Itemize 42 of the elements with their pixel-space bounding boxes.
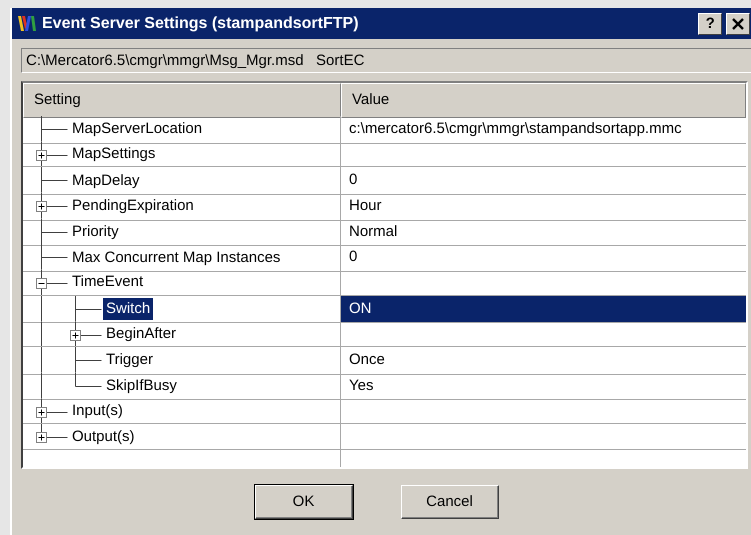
setting-value[interactable]: Hour — [341, 193, 746, 221]
expand-icon[interactable] — [36, 201, 47, 212]
column-header[interactable]: Value — [341, 83, 746, 118]
ok-button[interactable]: OK — [254, 485, 352, 519]
expand-icon[interactable] — [70, 330, 81, 340]
close-icon — [732, 18, 744, 30]
setting-value[interactable]: Once — [341, 347, 746, 375]
setting-name[interactable]: Max Concurrent Map Instances — [69, 246, 284, 269]
setting-value[interactable]: ON — [341, 296, 746, 324]
setting-name[interactable]: TimeEvent — [69, 271, 146, 294]
setting-name[interactable]: Input(s) — [69, 400, 126, 422]
setting-value[interactable]: c:\mercator6.5\cmgr\mmgr\stampandsortapp.mmc — [341, 116, 746, 144]
window-title: Event Server Settings (stampandsortFTP) — [42, 14, 359, 34]
tree-connector — [41, 218, 68, 244]
help-button[interactable]: ? — [698, 12, 722, 34]
expand-icon[interactable] — [36, 432, 47, 444]
setting-name[interactable]: Output(s) — [69, 426, 138, 448]
tree-connector — [41, 347, 102, 373]
setting-name[interactable]: BeginAfter — [103, 322, 180, 345]
close-button[interactable] — [726, 12, 750, 34]
setting-value[interactable]: Yes — [341, 372, 746, 400]
setting-name[interactable]: MapDelay — [69, 170, 143, 192]
setting-name[interactable]: MapSettings — [69, 143, 158, 166]
setting-name[interactable]: Switch — [103, 298, 154, 320]
tree-connector — [41, 244, 68, 270]
setting-value[interactable]: 0 — [341, 167, 746, 195]
cancel-button[interactable]: Cancel — [400, 485, 498, 519]
setting-value[interactable]: 0 — [341, 244, 746, 272]
setting-name[interactable]: SkipIfBusy — [103, 375, 180, 398]
expand-icon[interactable] — [36, 406, 47, 418]
setting-name[interactable]: Trigger — [103, 349, 156, 372]
setting-value[interactable]: Normal — [341, 218, 746, 246]
setting-name[interactable]: Priority — [69, 221, 122, 243]
expand-icon[interactable] — [36, 150, 47, 161]
setting-name[interactable]: MapServerLocation — [69, 118, 206, 140]
tree-connector — [41, 116, 68, 142]
column-header[interactable]: Setting — [23, 83, 341, 118]
setting-name[interactable]: PendingExpiration — [69, 195, 197, 218]
tree-connector — [41, 167, 68, 194]
file-path-field: C:\Mercator6.5\cmgr\mmgr\Msg_Mgr.msd SortEC — [21, 48, 751, 73]
collapse-icon[interactable] — [36, 278, 47, 290]
tree-connector — [41, 322, 102, 346]
